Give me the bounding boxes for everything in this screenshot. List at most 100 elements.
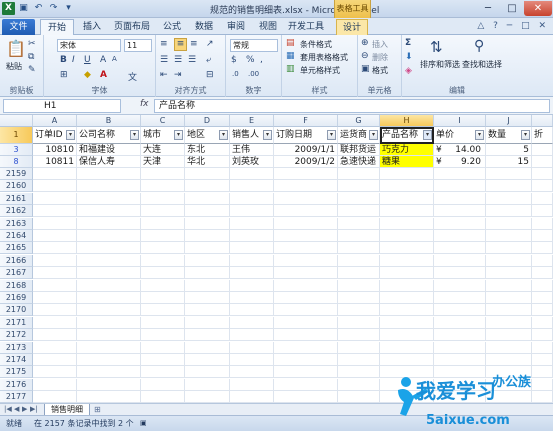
filter-dropdown-icon[interactable]: ▾	[369, 130, 378, 140]
empty-cell[interactable]	[185, 279, 230, 292]
table-cell[interactable]: 天津	[141, 156, 185, 168]
empty-cell[interactable]	[532, 168, 553, 180]
row-header[interactable]: 2168	[0, 279, 33, 292]
empty-cell[interactable]	[274, 292, 338, 304]
empty-cell[interactable]	[141, 192, 185, 205]
format-cells-button[interactable]: 格式	[372, 65, 388, 76]
table-cell[interactable]: 和福建设	[77, 144, 141, 156]
empty-cell[interactable]	[77, 316, 141, 329]
table-cell[interactable]: 华北	[185, 156, 230, 168]
empty-cell[interactable]	[33, 391, 77, 403]
empty-cell[interactable]	[532, 354, 553, 366]
empty-cell[interactable]	[434, 279, 486, 292]
empty-cell[interactable]	[486, 254, 532, 267]
conditional-format-button[interactable]: 条件格式	[300, 39, 332, 50]
empty-cell[interactable]	[434, 205, 486, 218]
header-cell[interactable]: 运货商 ▾	[338, 127, 380, 144]
table-cell[interactable]: ¥9.20	[434, 156, 486, 168]
filter-dropdown-icon[interactable]: ▾	[327, 130, 336, 140]
table-cell[interactable]: 2009/1/1	[274, 144, 338, 156]
macro-record-icon[interactable]: ▣	[140, 416, 147, 431]
cell-styles-icon[interactable]: ▥	[286, 64, 295, 74]
cut-icon[interactable]: ✂	[28, 39, 36, 49]
empty-cell[interactable]	[77, 192, 141, 205]
column-header[interactable]: F	[274, 115, 338, 127]
empty-cell[interactable]	[141, 254, 185, 267]
empty-cell[interactable]	[77, 366, 141, 379]
empty-cell[interactable]	[77, 292, 141, 304]
empty-cell[interactable]	[380, 168, 434, 180]
empty-cell[interactable]	[532, 242, 553, 255]
empty-cell[interactable]	[380, 354, 434, 366]
empty-cell[interactable]	[77, 341, 141, 354]
empty-cell[interactable]	[230, 205, 274, 218]
format-as-table-icon[interactable]: ▦	[286, 51, 295, 61]
decrease-decimal-icon[interactable]: .00	[248, 70, 259, 78]
empty-cell[interactable]	[338, 304, 380, 317]
empty-cell[interactable]	[230, 217, 274, 230]
empty-cell[interactable]	[141, 366, 185, 379]
empty-cell[interactable]	[434, 267, 486, 280]
empty-cell[interactable]	[274, 267, 338, 280]
empty-cell[interactable]	[434, 292, 486, 304]
empty-cell[interactable]	[141, 267, 185, 280]
column-header[interactable]: J	[486, 115, 532, 127]
empty-cell[interactable]	[380, 254, 434, 267]
copy-icon[interactable]: ⧉	[28, 52, 34, 62]
header-cell[interactable]: 城市 ▾	[141, 127, 185, 144]
empty-cell[interactable]	[185, 168, 230, 180]
empty-cell[interactable]	[486, 329, 532, 342]
align-top-icon[interactable]: ≡	[160, 39, 168, 49]
empty-cell[interactable]	[486, 279, 532, 292]
row-header[interactable]: 2161	[0, 192, 33, 205]
row-header[interactable]: 2173	[0, 341, 33, 354]
table-cell[interactable]: 10810	[33, 144, 77, 156]
empty-cell[interactable]	[486, 205, 532, 218]
table-cell[interactable]	[532, 144, 553, 156]
font-name-select[interactable]: 宋体	[57, 39, 121, 52]
empty-cell[interactable]	[185, 242, 230, 255]
empty-cell[interactable]	[274, 304, 338, 317]
column-header[interactable]: B	[77, 115, 141, 127]
row-header[interactable]: 2166	[0, 254, 33, 267]
empty-cell[interactable]	[274, 217, 338, 230]
format-cells-icon[interactable]: ▣	[361, 64, 370, 74]
empty-cell[interactable]	[141, 279, 185, 292]
empty-cell[interactable]	[33, 378, 77, 391]
prev-sheet-icon[interactable]: ◀	[14, 405, 19, 413]
column-header[interactable]: A	[33, 115, 77, 127]
empty-cell[interactable]	[486, 217, 532, 230]
close-button[interactable]: ✕	[524, 1, 552, 16]
insert-cells-button[interactable]: 插入	[372, 39, 388, 50]
table-cell[interactable]: 保信人寿	[77, 156, 141, 168]
empty-cell[interactable]	[77, 180, 141, 193]
empty-cell[interactable]	[338, 168, 380, 180]
empty-cell[interactable]	[486, 242, 532, 255]
row-header[interactable]: 2165	[0, 242, 33, 255]
empty-cell[interactable]	[77, 217, 141, 230]
row-header[interactable]: 2176	[0, 378, 33, 391]
align-middle-icon[interactable]: ≡	[174, 38, 187, 51]
column-header[interactable]: D	[185, 115, 230, 127]
delete-cells-icon[interactable]: ⊖	[361, 51, 369, 61]
empty-cell[interactable]	[185, 366, 230, 379]
merge-center-icon[interactable]: ⊟	[206, 70, 214, 80]
empty-cell[interactable]	[185, 254, 230, 267]
empty-cell[interactable]	[185, 230, 230, 242]
empty-cell[interactable]	[380, 279, 434, 292]
paste-label[interactable]: 粘贴	[6, 61, 22, 72]
empty-cell[interactable]	[338, 341, 380, 354]
empty-cell[interactable]	[532, 292, 553, 304]
empty-cell[interactable]	[77, 391, 141, 403]
table-cell[interactable]: ¥14.00	[434, 144, 486, 156]
empty-cell[interactable]	[230, 242, 274, 255]
first-sheet-icon[interactable]: |◀	[4, 405, 12, 413]
filter-dropdown-icon[interactable]: ▾	[219, 130, 228, 140]
empty-cell[interactable]	[33, 329, 77, 342]
empty-cell[interactable]	[486, 192, 532, 205]
row-header[interactable]: 2160	[0, 180, 33, 193]
empty-cell[interactable]	[33, 180, 77, 193]
empty-cell[interactable]	[33, 192, 77, 205]
empty-cell[interactable]	[380, 217, 434, 230]
header-cell[interactable]: 单价 ▾	[434, 127, 486, 144]
